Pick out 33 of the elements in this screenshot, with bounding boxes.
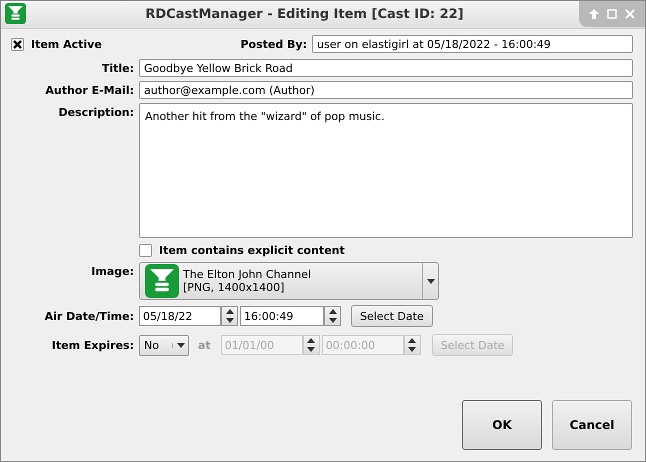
caret-icon: [172, 342, 188, 348]
app-logo-icon: [5, 2, 26, 24]
field-label: Description:: [57, 105, 134, 119]
cancel-button[interactable]: Cancel: [552, 400, 632, 450]
description-field[interactable]: Another hit from the "wizard" of pop music.: [139, 103, 633, 238]
ok-button[interactable]: OK: [462, 400, 542, 450]
at-label: at: [198, 338, 211, 352]
date-field[interactable]: 05/18/22: [139, 306, 221, 326]
text-field[interactable]: author@example.com (Author): [139, 81, 633, 99]
posted-by-field[interactable]: user on elastigirl at 05/18/2022 - 16:00:49: [312, 35, 633, 53]
explicit-checkbox[interactable]: [139, 244, 152, 257]
podcast-logo-icon: [145, 264, 179, 298]
field-label: Posted By:: [240, 38, 307, 50]
image-dropdown[interactable]: The Elton John Channel [PNG, 1400x1400]: [139, 262, 439, 300]
image-name: The Elton John Channel: [183, 268, 312, 281]
field-label: Air Date/Time:: [44, 310, 134, 322]
spinner-icon[interactable]: [221, 306, 238, 326]
checkbox-label: Item Active: [31, 38, 102, 50]
image-info: [PNG, 1400x1400]: [183, 281, 286, 294]
field-label: Author E-Mail:: [44, 84, 134, 96]
item-active-checkbox[interactable]: [11, 38, 24, 50]
field-label: Item Expires:: [50, 338, 134, 352]
checkbox-label: Item contains explicit content: [159, 244, 345, 257]
field-label: Image:: [90, 264, 134, 278]
window-title: RDCastManager - Editing Item [Cast ID: 22]: [144, 7, 465, 22]
field-label: Title:: [100, 62, 134, 74]
caret-icon: [422, 263, 438, 299]
spinner-icon[interactable]: [324, 306, 341, 326]
time-field[interactable]: 16:00:49: [240, 306, 324, 326]
spinner-icon[interactable]: [404, 335, 421, 355]
text-field[interactable]: Goodbye Yellow Brick Road: [139, 59, 633, 77]
select-date-button[interactable]: Select Date: [351, 305, 433, 327]
spinner-icon[interactable]: [302, 335, 320, 355]
